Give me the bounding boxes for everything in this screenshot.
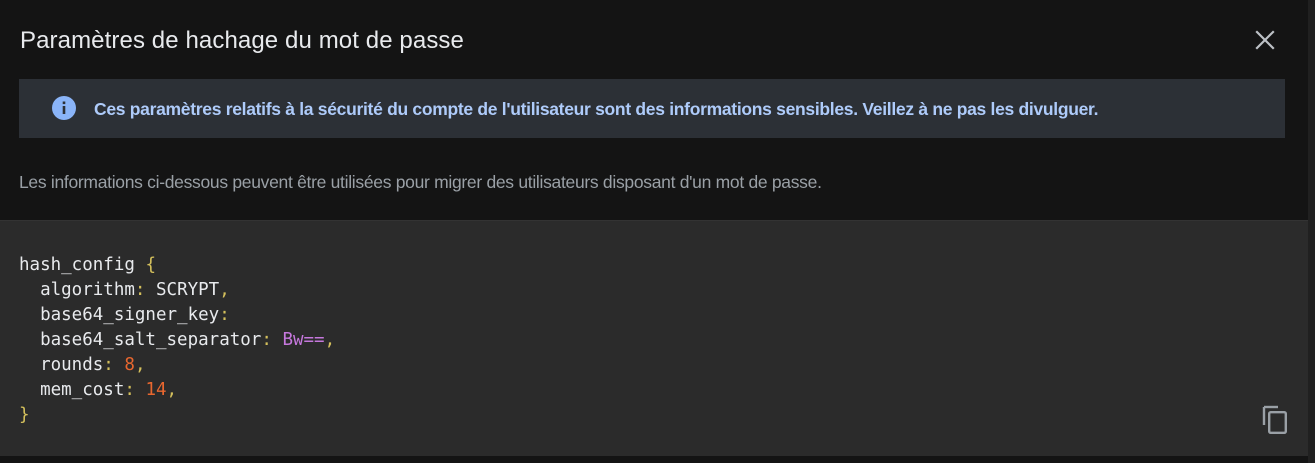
hash-config-code[interactable]: hash_config { algorithm: SCRYPT, base64_… bbox=[19, 253, 335, 428]
copy-button[interactable] bbox=[1258, 403, 1292, 437]
code-value: 8 bbox=[124, 355, 135, 375]
password-hash-dialog: Paramètres de hachage du mot de passe Ce… bbox=[0, 0, 1315, 463]
code-value: 14 bbox=[145, 380, 167, 400]
banner-text: Ces paramètres relatifs à la sécurité du… bbox=[94, 99, 1099, 119]
code-comma: , bbox=[166, 380, 178, 400]
code-colon: : bbox=[134, 280, 146, 300]
description-text: Les informations ci-dessous peuvent être… bbox=[19, 172, 822, 192]
security-warning-banner: Ces paramètres relatifs à la sécurité du… bbox=[19, 79, 1285, 138]
close-icon bbox=[1255, 30, 1275, 50]
info-icon bbox=[52, 96, 76, 120]
code-colon: : bbox=[103, 355, 114, 375]
code-value: SCRYPT bbox=[156, 280, 220, 300]
code-panel: hash_config { algorithm: SCRYPT, base64_… bbox=[0, 220, 1308, 456]
code-key: algorithm bbox=[40, 280, 135, 300]
code-key: base64_salt_separator bbox=[40, 330, 262, 350]
code-value: Bw== bbox=[282, 330, 325, 350]
code-colon: : bbox=[261, 330, 272, 350]
scrollbar-gutter bbox=[1308, 0, 1315, 463]
code-root-key: hash_config bbox=[19, 255, 135, 275]
code-key: rounds bbox=[40, 355, 104, 375]
code-key: base64_signer_key bbox=[40, 305, 220, 325]
code-open-brace: { bbox=[145, 255, 156, 275]
dialog-header: Paramètres de hachage du mot de passe bbox=[0, 0, 1315, 80]
code-colon: : bbox=[124, 380, 135, 400]
code-colon: : bbox=[219, 305, 230, 325]
code-comma: , bbox=[219, 280, 230, 300]
close-button[interactable] bbox=[1245, 20, 1285, 60]
code-key: mem_cost bbox=[40, 380, 125, 400]
copy-icon bbox=[1262, 405, 1288, 435]
dialog-title: Paramètres de hachage du mot de passe bbox=[20, 27, 464, 54]
code-close-brace: } bbox=[19, 405, 30, 425]
code-comma: , bbox=[324, 330, 336, 350]
code-comma: , bbox=[134, 355, 146, 375]
